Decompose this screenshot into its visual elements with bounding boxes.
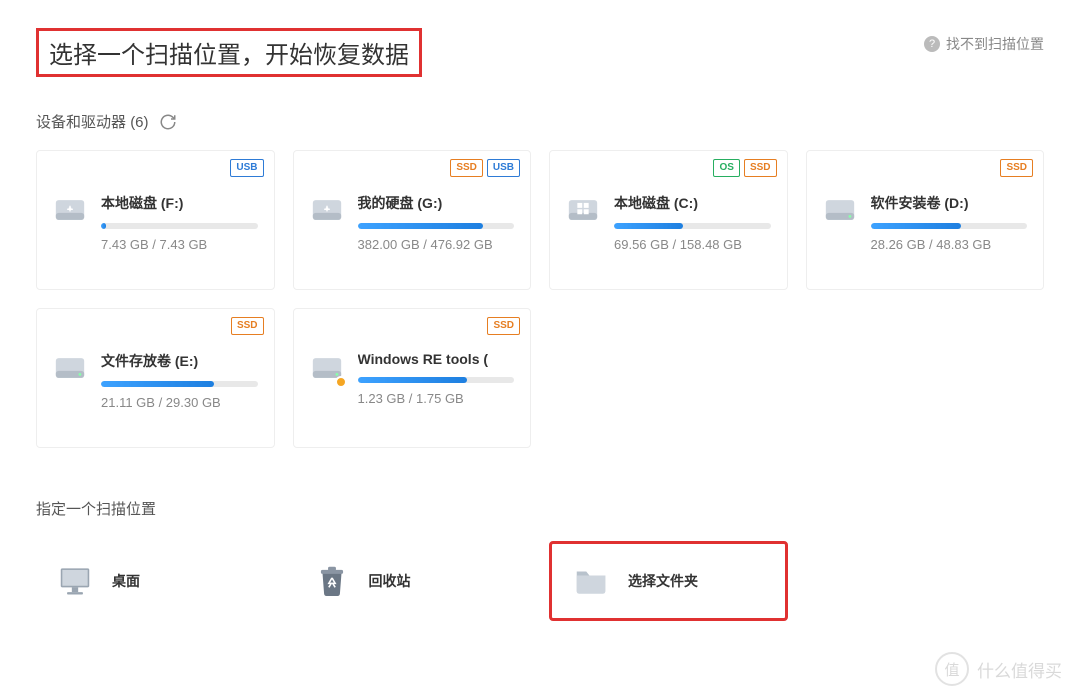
badge-usb: USB (230, 159, 263, 177)
question-icon: ? (924, 36, 940, 52)
drive-icon (310, 351, 344, 385)
drive-icon (310, 193, 344, 227)
usage-bar (358, 377, 515, 383)
badge-row: OS SSD (713, 159, 776, 177)
drive-name: 软件安装卷 (D:) (871, 193, 1028, 213)
drive-size: 69.56 GB / 158.48 GB (614, 237, 771, 252)
watermark: 值 什么值得买 (935, 652, 1062, 686)
drive-name: 本地磁盘 (C:) (614, 193, 771, 213)
drive-icon (53, 351, 87, 385)
recycle-icon (313, 562, 351, 600)
targets-section-title: 指定一个扫描位置 (36, 498, 1044, 519)
badge-row: SSD (231, 317, 264, 335)
drive-name: 我的硬盘 (G:) (358, 193, 515, 213)
badge-ssd: SSD (744, 159, 777, 177)
folder-icon (572, 562, 610, 600)
desktop-icon (56, 562, 94, 600)
help-label: 找不到扫描位置 (946, 34, 1044, 54)
drive-card[interactable]: USB 本地磁盘 (F:) 7.43 GB / 7.43 GB (36, 150, 275, 290)
badge-ssd: SSD (487, 317, 520, 335)
badge-row: USB (230, 159, 263, 177)
target-label: 桌面 (112, 571, 140, 591)
drive-icon (53, 193, 87, 227)
drive-card[interactable]: SSD 文件存放卷 (E:) 21.11 GB / 29.30 GB (36, 308, 275, 448)
drive-name: Windows RE tools ( (358, 351, 515, 367)
badge-ssd: SSD (1000, 159, 1033, 177)
drive-card[interactable]: SSDUSB 我的硬盘 (G:) 382.00 GB / 476.92 GB (293, 150, 532, 290)
warning-icon (335, 376, 347, 388)
drive-size: 28.26 GB / 48.83 GB (871, 237, 1028, 252)
drive-size: 1.23 GB / 1.75 GB (358, 391, 515, 406)
drive-size: 7.43 GB / 7.43 GB (101, 237, 258, 252)
drive-size: 21.11 GB / 29.30 GB (101, 395, 258, 410)
badge-row: SSDUSB (450, 159, 520, 177)
badge-row: SSD (1000, 159, 1033, 177)
usage-bar (871, 223, 1028, 229)
badge-ssd: SSD (450, 159, 483, 177)
drive-name: 文件存放卷 (E:) (101, 351, 258, 371)
watermark-text: 什么值得买 (977, 657, 1062, 682)
usage-bar (614, 223, 771, 229)
badge-os: OS (713, 159, 739, 177)
usage-bar (358, 223, 515, 229)
target-card[interactable]: 选择文件夹 (549, 541, 788, 621)
drive-card[interactable]: SSD 软件安装卷 (D:) 28.26 GB / 48.83 GB (806, 150, 1045, 290)
devices-section-title: 设备和驱动器 (6) (36, 111, 149, 132)
drive-name: 本地磁盘 (F:) (101, 193, 258, 213)
drive-size: 382.00 GB / 476.92 GB (358, 237, 515, 252)
drive-card[interactable]: SSD Windows RE tools ( 1.23 GB / 1.75 GB (293, 308, 532, 448)
drive-icon (823, 193, 857, 227)
target-label: 选择文件夹 (628, 571, 698, 591)
badge-ssd: SSD (231, 317, 264, 335)
watermark-icon: 值 (935, 652, 969, 686)
target-label: 回收站 (369, 571, 411, 591)
refresh-icon[interactable] (159, 113, 177, 131)
usage-bar (101, 223, 258, 229)
usage-bar (101, 381, 258, 387)
drive-card[interactable]: OS SSD 本地磁盘 (C:) 69.56 GB / 158.48 GB (549, 150, 788, 290)
target-card[interactable]: 桌面 (36, 541, 275, 621)
target-card[interactable]: 回收站 (293, 541, 532, 621)
page-title: 选择一个扫描位置，开始恢复数据 (36, 28, 422, 77)
badge-row: SSD (487, 317, 520, 335)
help-link[interactable]: ? 找不到扫描位置 (924, 34, 1044, 54)
badge-usb: USB (487, 159, 520, 177)
drive-icon (566, 193, 600, 227)
